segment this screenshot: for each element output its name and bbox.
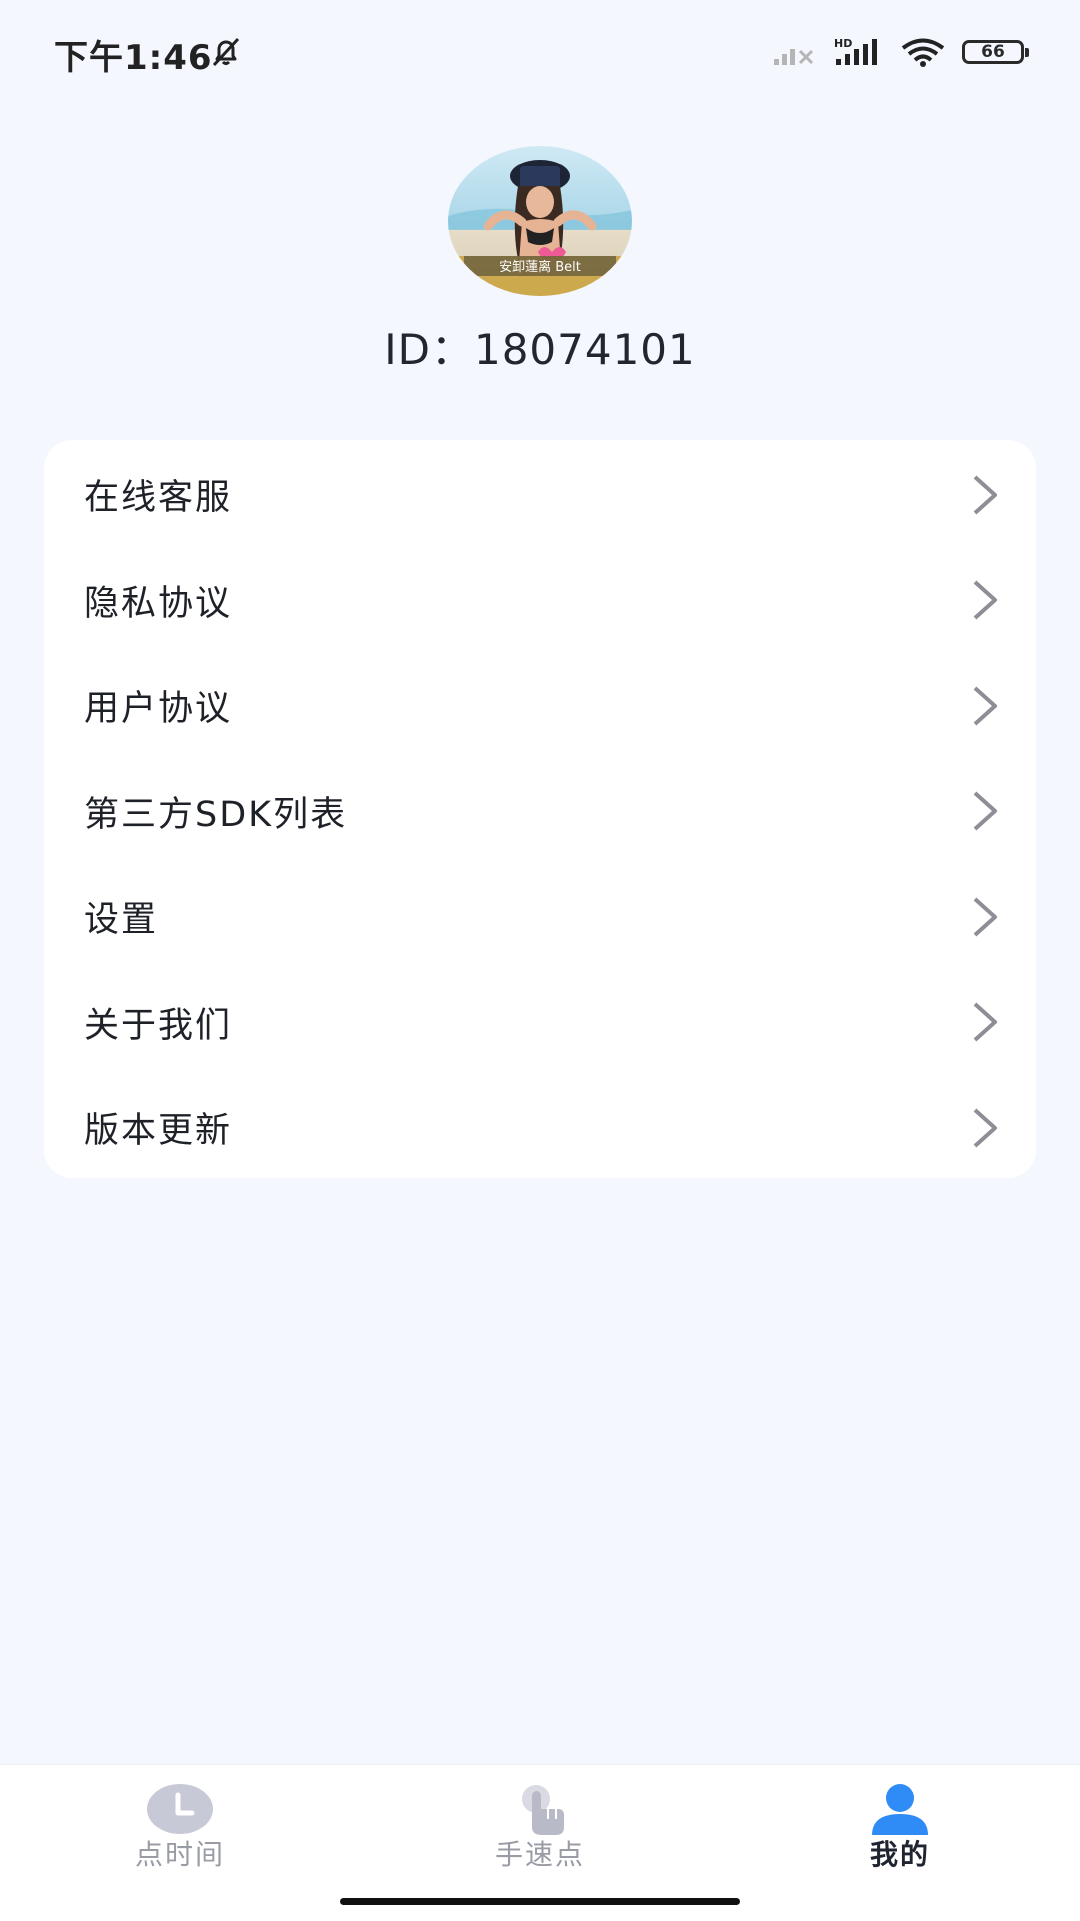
menu-item-settings[interactable]: 设置 [44, 864, 1036, 970]
menu-item-user-agreement[interactable]: 用户协议 [44, 653, 1036, 759]
menu-item-privacy-policy[interactable]: 隐私协议 [44, 548, 1036, 654]
menu-item-label: 第三方SDK列表 [84, 794, 348, 835]
avatar-photo: 安卸蓮离 Belt [448, 146, 632, 296]
menu-item-version-update[interactable]: 版本更新 [44, 1075, 1036, 1181]
user-id-label: ID： [384, 325, 474, 374]
menu-item-label: 隐私协议 [84, 583, 233, 624]
chevron-right-icon [973, 580, 997, 620]
tab-label: 我的 [869, 1838, 930, 1871]
chevron-right-icon [973, 897, 997, 937]
user-icon [872, 1784, 928, 1835]
clock-icon [147, 1784, 213, 1834]
menu-item-label: 在线客服 [84, 478, 233, 519]
tab-label: 手速点 [494, 1838, 585, 1871]
chevron-right-icon [973, 791, 997, 831]
signal-weak-icon [774, 49, 814, 65]
chevron-right-icon [973, 686, 997, 726]
tab-hand-speed[interactable]: 手速点 [440, 1783, 640, 1883]
user-id: ID：18074101 [0, 316, 1080, 377]
avatar[interactable]: 安卸蓮离 Belt [448, 146, 632, 296]
menu-item-label: 用户协议 [84, 689, 233, 730]
status-icons: HD 66 [772, 34, 1029, 70]
status-bar: 下午1:46 HD 66 [0, 0, 1080, 104]
tab-label: 点时间 [134, 1838, 225, 1871]
tab-mine[interactable]: 我的 [800, 1783, 1000, 1883]
menu-item-label: 版本更新 [84, 1111, 233, 1152]
signal-hd-icon: HD [834, 37, 877, 65]
tap-hand-icon [522, 1785, 564, 1835]
avatar-caption: 安卸蓮离 Belt [499, 259, 581, 275]
status-time: 下午1:46 [54, 38, 213, 78]
home-indicator[interactable] [340, 1898, 740, 1905]
mute-bell-icon [212, 37, 240, 67]
menu-item-about-us[interactable]: 关于我们 [44, 970, 1036, 1076]
tab-time[interactable]: 点时间 [80, 1783, 280, 1883]
battery-icon: 66 [962, 40, 1029, 64]
wifi-icon [901, 38, 945, 67]
chevron-right-icon [973, 475, 997, 515]
menu-item-online-support[interactable]: 在线客服 [44, 442, 1036, 548]
settings-menu-card: 在线客服 隐私协议 用户协议 第三方SDK列表 设置 关于我们 版本更新 [44, 440, 1036, 1178]
menu-item-label: 设置 [84, 900, 159, 941]
battery-level: 66 [981, 42, 1005, 62]
chevron-right-icon [973, 1002, 997, 1042]
chevron-right-icon [973, 1108, 997, 1148]
menu-item-third-party-sdk[interactable]: 第三方SDK列表 [44, 759, 1036, 865]
svg-text:HD: HD [834, 37, 852, 50]
menu-item-label: 关于我们 [84, 1005, 233, 1046]
user-id-value: 18074101 [473, 325, 696, 374]
